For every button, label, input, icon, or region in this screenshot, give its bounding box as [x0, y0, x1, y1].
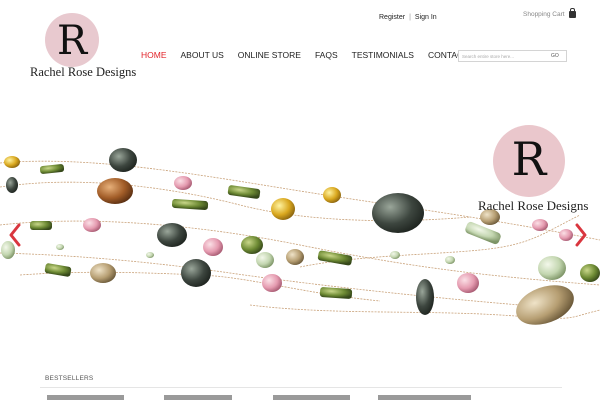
nav-testimonials[interactable]: TESTIMONIALS — [352, 50, 414, 60]
product-thumbnail[interactable] — [273, 395, 350, 400]
product-thumbnail[interactable] — [47, 395, 124, 400]
logo-name: Rachel Rose Designs — [30, 65, 137, 79]
nav-home[interactable]: HOME — [141, 50, 167, 60]
nav-about-us[interactable]: ABOUT US — [181, 50, 224, 60]
link-separator: | — [409, 14, 411, 21]
shopping-bag-icon — [568, 8, 576, 18]
search-go-button[interactable]: GO — [551, 53, 559, 59]
account-links: Register | Sign In — [379, 14, 437, 21]
hero-logo-letter: R — [511, 132, 547, 186]
nav-online-store[interactable]: ONLINE STORE — [238, 50, 301, 60]
hero-logo-name: Rachel Rose Designs — [478, 198, 589, 213]
search-input[interactable] — [459, 51, 549, 61]
hero-logo: R Rachel Rose Designs — [478, 123, 588, 213]
nav-faqs[interactable]: FAQS — [315, 50, 338, 60]
logo-letter: R — [56, 18, 88, 64]
slider-prev-button[interactable] — [8, 223, 22, 247]
main-navigation: HOME ABOUT US ONLINE STORE FAQS TESTIMON… — [141, 50, 482, 60]
register-link[interactable]: Register — [379, 14, 405, 21]
shopping-cart-link[interactable]: Shopping Cart — [523, 8, 576, 18]
signin-link[interactable]: Sign In — [415, 14, 437, 21]
chevron-left-icon — [9, 223, 21, 247]
bestsellers-heading: BESTSELLERS — [45, 375, 94, 382]
cart-label: Shopping Cart — [523, 11, 565, 18]
hero-banner: R Rachel Rose Designs — [0, 105, 600, 361]
site-logo[interactable]: R Rachel Rose Designs — [30, 13, 136, 83]
bestsellers-divider — [40, 387, 562, 388]
slider-next-button[interactable] — [574, 223, 588, 247]
product-thumbnail[interactable] — [378, 395, 471, 400]
chevron-right-icon — [575, 223, 587, 247]
search-box: GO — [458, 50, 567, 62]
product-thumbnail[interactable] — [164, 395, 232, 400]
